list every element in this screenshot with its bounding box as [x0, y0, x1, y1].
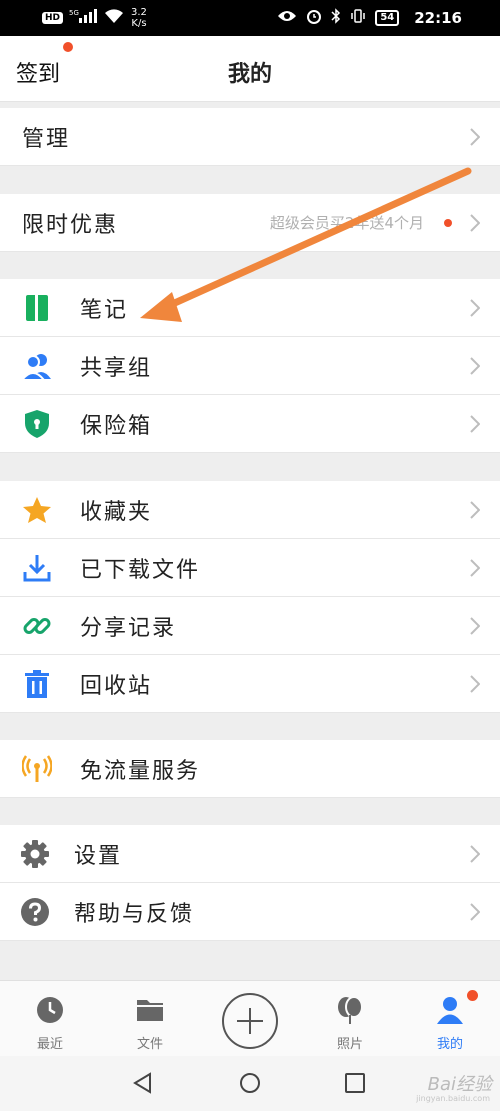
- svg-text:5G: 5G: [69, 9, 79, 17]
- promo-notification-dot: [444, 219, 452, 227]
- recent-apps-icon[interactable]: [345, 1073, 365, 1093]
- tab-recent[interactable]: 最近: [0, 981, 100, 1057]
- menu-item-label: 收藏夹: [80, 500, 153, 525]
- menu-item-share-group[interactable]: 共享组: [0, 337, 500, 395]
- chevron-right-icon: [470, 357, 480, 375]
- menu-item-help-feedback[interactable]: 帮助与反馈: [0, 883, 500, 941]
- menu-item-label: 分享记录: [80, 616, 177, 641]
- notes-icon: [26, 295, 48, 321]
- cellular-signal-icon: 5G: [69, 8, 98, 28]
- chevron-right-icon: [470, 128, 480, 146]
- chevron-right-icon: [470, 617, 480, 635]
- signal-antenna-icon: [22, 755, 52, 782]
- bottom-nav: 最近 文件 照片 我的: [0, 980, 500, 1056]
- people-icon: [22, 354, 51, 381]
- battery-indicator: 54: [375, 10, 400, 26]
- home-icon[interactable]: [239, 1072, 261, 1094]
- menu-item-label: 设置: [74, 844, 123, 869]
- menu-item-label: 回收站: [80, 674, 153, 699]
- tab-label: 最近: [36, 1037, 63, 1052]
- user-icon: [437, 997, 463, 1024]
- menu-item-free-traffic[interactable]: 免流量服务: [0, 740, 500, 798]
- tab-files[interactable]: 文件: [100, 981, 200, 1057]
- wifi-icon: [103, 8, 125, 28]
- chevron-right-icon: [470, 415, 480, 433]
- tab-mine[interactable]: 我的: [400, 981, 500, 1057]
- watermark-logo: Bai经验: [427, 1074, 492, 1095]
- back-icon[interactable]: [132, 1072, 154, 1094]
- status-left: HD 5G 3.2 K/s: [42, 5, 147, 31]
- menu-item-label: 帮助与反馈: [74, 902, 195, 927]
- clock-icon: [37, 997, 63, 1023]
- menu-item-limited-offer[interactable]: 限时优惠 超级会员买2年送4个月: [0, 194, 500, 252]
- network-speed-value: 3.2: [131, 7, 147, 18]
- menu-item-label: 已下载文件: [80, 558, 201, 583]
- chevron-right-icon: [470, 675, 480, 693]
- network-speed: 3.2 K/s: [131, 7, 147, 29]
- link-icon: [23, 618, 51, 634]
- status-right: 54 22:16: [277, 5, 462, 31]
- hd-badge: HD: [42, 12, 64, 24]
- menu-item-manage[interactable]: 管理: [0, 108, 500, 166]
- menu-item-downloaded[interactable]: 已下载文件: [0, 539, 500, 597]
- promo-text: 超级会员买2年送4个月: [269, 214, 424, 232]
- page-title: 我的: [227, 62, 272, 87]
- shield-lock-icon: [25, 410, 49, 438]
- menu-item-share-records[interactable]: 分享记录: [0, 597, 500, 655]
- menu-item-settings[interactable]: 设置: [0, 825, 500, 883]
- add-button[interactable]: [222, 993, 278, 1049]
- network-speed-unit: K/s: [131, 18, 147, 29]
- menu-item-label: 保险箱: [80, 414, 153, 439]
- alarm-icon: [306, 8, 322, 28]
- menu-item-safe-box[interactable]: 保险箱: [0, 395, 500, 453]
- gear-icon: [21, 840, 49, 868]
- menu-item-label: 共享组: [80, 356, 153, 381]
- chevron-right-icon: [470, 501, 480, 519]
- tab-label: 照片: [336, 1037, 363, 1052]
- eye-icon: [277, 9, 297, 27]
- vibrate-icon: [350, 8, 366, 28]
- tab-label: 文件: [136, 1037, 163, 1052]
- menu-item-label: 笔记: [80, 298, 129, 323]
- star-icon: [23, 497, 51, 523]
- menu-item-label: 限时优惠: [22, 213, 119, 238]
- clock: 22:16: [414, 9, 462, 27]
- tab-photos[interactable]: 照片: [300, 981, 400, 1057]
- mine-notification-dot: [467, 990, 478, 1001]
- chevron-right-icon: [470, 845, 480, 863]
- tab-label: 我的: [436, 1037, 463, 1052]
- bluetooth-icon: [331, 8, 341, 28]
- download-icon: [23, 555, 51, 582]
- menu-item-label: 免流量服务: [80, 759, 201, 784]
- trash-icon: [25, 670, 49, 698]
- help-icon: [21, 898, 49, 926]
- checkin-notification-dot: [63, 42, 73, 52]
- chevron-right-icon: [470, 299, 480, 317]
- menu-item-favorites[interactable]: 收藏夹: [0, 481, 500, 539]
- folder-icon: [137, 1000, 163, 1021]
- status-bar: HD 5G 3.2 K/s 54 22:16: [0, 0, 500, 36]
- app-header: 签到 我的: [0, 36, 500, 102]
- chevron-right-icon: [470, 214, 480, 232]
- photos-icon: [338, 996, 363, 1024]
- chevron-right-icon: [470, 559, 480, 577]
- menu-item-notes[interactable]: 笔记: [0, 279, 500, 337]
- menu-item-recycle-bin[interactable]: 回收站: [0, 655, 500, 713]
- watermark-domain: jingyan.baidu.com: [416, 1094, 490, 1103]
- chevron-right-icon: [470, 903, 480, 921]
- menu-item-label: 管理: [22, 127, 71, 152]
